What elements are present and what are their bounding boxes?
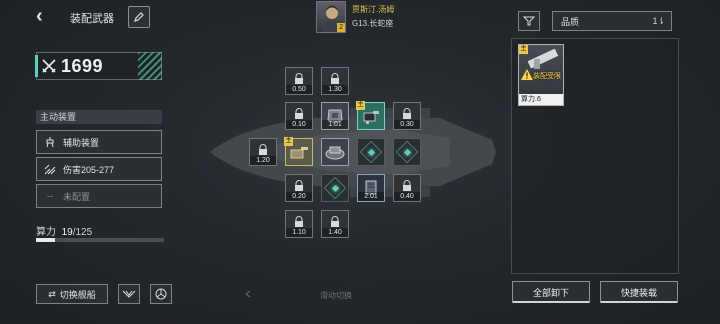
edit-button[interactable] <box>128 6 150 28</box>
equipment-damage[interactable]: 伤害205-277 <box>36 157 162 181</box>
combat-power-value: 1699 <box>61 55 104 76</box>
power-accent-bar <box>35 55 38 77</box>
slot-empty[interactable] <box>393 138 421 166</box>
lock-icon <box>295 180 303 191</box>
slot-cost: 0.50 <box>286 85 312 94</box>
slot-locked[interactable]: 1.10 <box>285 210 313 238</box>
slot-cost: 0.20 <box>286 192 312 201</box>
dashes-icon: -- <box>47 191 53 201</box>
filter-button[interactable] <box>518 11 540 31</box>
equipment-header: 主动装置 <box>36 110 162 124</box>
crossed-swords-icon <box>42 59 56 73</box>
swap-icon: ⇄ <box>48 288 56 299</box>
switch-ship-label: 切换舰船 <box>59 289 96 300</box>
slot-selected[interactable]: 主 <box>356 101 385 130</box>
card-cost: 算力.6 <box>519 94 563 105</box>
core-module-icon <box>325 146 345 160</box>
equipment-empty[interactable]: -- 未配置 <box>36 184 162 208</box>
warning-icon <box>521 69 533 80</box>
equipment-empty-label: 未配置 <box>63 191 91 202</box>
chevron-left-icon <box>245 290 251 298</box>
computing-power-total: /125 <box>72 227 93 238</box>
computing-power-used: 19 <box>61 227 73 238</box>
lock-icon <box>295 216 303 227</box>
slot-cost: 0.10 <box>286 120 312 129</box>
slot-cost: 2.01 <box>358 192 384 201</box>
slot-equipped[interactable]: 1.01 <box>321 102 349 130</box>
lock-icon <box>331 73 339 84</box>
pilot-name: 贾斯汀.汤姆 <box>352 5 395 14</box>
fleet-button[interactable] <box>118 284 140 304</box>
slot-locked[interactable]: 0.20 <box>285 174 313 202</box>
lock-icon <box>295 108 303 119</box>
pilot-level-badge: 2 <box>337 23 345 32</box>
auxiliary-device-icon <box>43 135 57 149</box>
combat-power-box: 1699 <box>35 52 162 80</box>
filter-icon <box>523 16 535 26</box>
emblem-button[interactable] <box>150 284 172 304</box>
slot-cost: 1.10 <box>286 228 312 237</box>
sort-icon: 1⇂ <box>652 15 665 26</box>
lock-icon <box>403 108 411 119</box>
main-badge: 主 <box>356 101 365 110</box>
equipment-damage-label: 伤害205-277 <box>63 164 115 175</box>
quality-label: 品质 <box>561 16 580 27</box>
slot-equipped[interactable]: 2.01 <box>357 174 385 202</box>
back-button[interactable]: ‹ <box>36 6 54 26</box>
wings-icon <box>122 290 136 298</box>
slot-core[interactable] <box>321 138 349 166</box>
slot-locked[interactable]: 0.10 <box>285 102 313 130</box>
unload-all-button[interactable]: 全部卸下 <box>512 281 590 303</box>
slot-locked[interactable]: 1.40 <box>321 210 349 238</box>
lock-icon <box>259 144 267 155</box>
quick-equip-button[interactable]: 快捷装载 <box>600 281 678 303</box>
slot-locked[interactable]: 1.30 <box>321 67 349 95</box>
slot-locked[interactable]: 1.20 <box>249 138 277 166</box>
computing-power-title: 算力 <box>36 227 56 238</box>
equipment-card[interactable]: 主 装配受限 算力.6 <box>518 44 564 106</box>
page-title: 装配武器 <box>70 13 114 25</box>
slot-cost: 1.01 <box>322 120 348 129</box>
slot-locked[interactable]: 0.40 <box>393 174 421 202</box>
ship-name: G13.长蛇座 <box>352 19 394 28</box>
slot-cost: 1.20 <box>250 156 276 165</box>
slot-empty[interactable] <box>321 174 349 202</box>
computing-power-label: 算力 19/125 <box>36 223 92 238</box>
lock-icon <box>331 216 339 227</box>
equipment-auxiliary-label: 辅助装置 <box>63 137 100 148</box>
lock-icon <box>295 73 303 84</box>
pilot-avatar[interactable]: 2 <box>316 1 346 33</box>
main-badge: 主 <box>284 137 293 146</box>
slot-cost: 1.30 <box>322 85 348 94</box>
computing-power-bar <box>36 238 164 242</box>
ship-silhouette <box>210 108 496 197</box>
restriction-label: 装配受限 <box>533 73 561 80</box>
emblem-icon <box>155 288 167 300</box>
lock-icon <box>403 180 411 191</box>
slot-locked[interactable]: 0.30 <box>393 102 421 130</box>
slot-locked[interactable]: 0.50 <box>285 67 313 95</box>
pen-icon <box>134 12 144 22</box>
quality-sort-dropdown[interactable]: 品质 1⇂ <box>552 11 672 31</box>
slot-cost: 1.40 <box>322 228 348 237</box>
slot-cost: 0.30 <box>394 120 420 129</box>
slot-cost: 0.40 <box>394 192 420 201</box>
slot-empty[interactable] <box>357 138 385 166</box>
swipe-hint-label: 滑动切换 <box>320 291 352 300</box>
slot-equipped[interactable]: 主 <box>284 137 313 166</box>
switch-ship-button[interactable]: ⇄ 切换舰船 <box>36 284 108 304</box>
damage-icon <box>43 162 57 176</box>
equipment-auxiliary[interactable]: 辅助装置 <box>36 130 162 154</box>
computing-power-fill <box>36 238 56 242</box>
